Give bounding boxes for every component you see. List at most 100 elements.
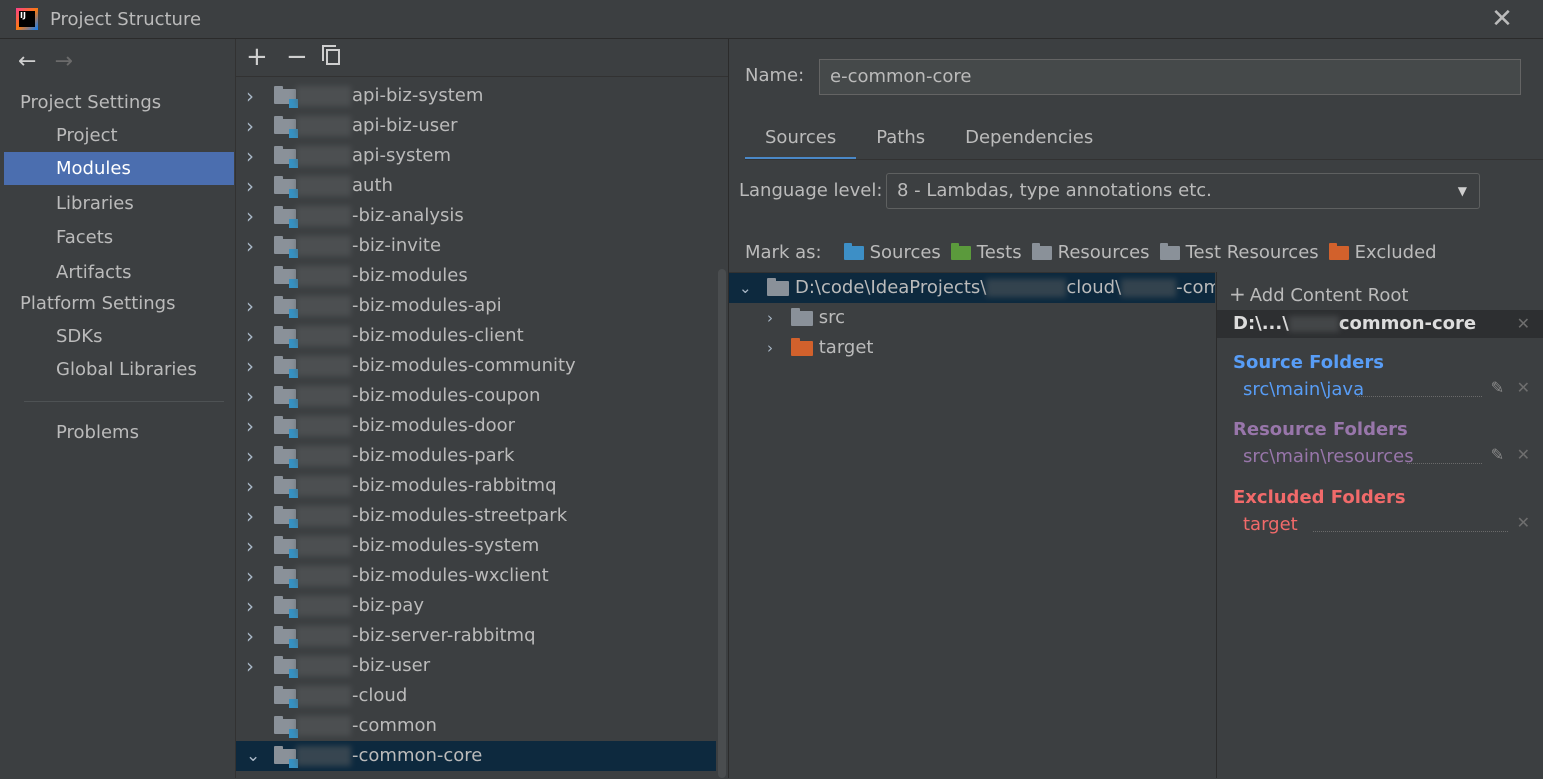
module-row[interactable]: › api-biz-user [236,111,716,141]
chevron-down-icon[interactable]: ⌄ [739,273,752,303]
module-name: -biz-modules-streetpark [352,505,568,526]
module-row[interactable]: › -biz-modules-rabbitmq [236,471,716,501]
remove-excluded-folder-icon[interactable]: ✕ [1517,513,1530,532]
module-row[interactable]: › auth [236,171,716,201]
remove-content-root-icon[interactable]: ✕ [1517,310,1530,338]
tree-node-src[interactable]: › src [767,303,845,333]
chevron-right-icon[interactable]: › [767,309,773,327]
mark-as-tests-label: Tests [976,242,1022,263]
module-row[interactable]: › -biz-modules-wxclient [236,561,716,591]
module-row[interactable]: › -biz-invite [236,231,716,261]
nav-item-libraries[interactable]: Libraries [4,187,234,220]
chevron-right-icon[interactable]: › [246,531,262,561]
remove-module-icon[interactable]: − [286,43,308,71]
module-row[interactable]: › -biz-user [236,651,716,681]
language-level-select[interactable]: 8 - Lambdas, type annotations etc. ▼ [886,173,1480,209]
module-row[interactable]: › api-system [236,141,716,171]
module-row[interactable]: ⌄ -common-core [236,741,716,771]
redacted-block [296,416,351,436]
module-tree-scrollbar[interactable] [718,269,726,778]
chevron-right-icon[interactable]: › [246,381,262,411]
module-row[interactable]: › -biz-modules-api [236,291,716,321]
module-folder-icon [274,656,298,678]
module-name-input[interactable]: e-common-core [819,59,1521,95]
tree-node-target[interactable]: › target [767,333,873,363]
chevron-right-icon[interactable]: › [246,111,262,141]
back-arrow-icon[interactable]: ← [18,49,36,74]
mark-as-resources-button[interactable]: Resources [1031,242,1150,263]
nav-section-project-settings: Project Settings [20,92,162,113]
module-row[interactable]: › -biz-pay [236,591,716,621]
module-row[interactable]: › -biz-modules-system [236,531,716,561]
module-folder-icon [274,146,298,168]
chevron-right-icon[interactable]: › [246,561,262,591]
module-row[interactable]: › -biz-analysis [236,201,716,231]
chevron-down-icon[interactable]: ⌄ [246,741,262,771]
chevron-right-icon[interactable]: › [246,81,262,111]
nav-item-facets[interactable]: Facets [4,221,234,254]
chevron-right-icon[interactable]: › [246,441,262,471]
module-row[interactable]: › -biz-server-rabbitmq [236,621,716,651]
chevron-right-icon[interactable]: › [246,411,262,441]
chevron-right-icon[interactable]: › [246,141,262,171]
content-root-node[interactable]: ⌄ D:\code\IdeaProjects\ cloud\ -commor [729,273,1215,303]
chevron-right-icon[interactable]: › [246,291,262,321]
nav-item-problems[interactable]: Problems [4,416,234,449]
remove-resource-folder-icon[interactable]: ✕ [1517,445,1530,464]
chevron-right-icon[interactable]: › [246,621,262,651]
chevron-right-icon[interactable]: › [246,351,262,381]
module-name: -biz-modules-door [352,415,516,436]
module-row[interactable]: -biz-modules [236,261,716,291]
redacted-block [296,566,351,586]
chevron-right-icon[interactable]: › [246,501,262,531]
module-row[interactable]: › -biz-modules-door [236,411,716,441]
mark-as-tests-button[interactable]: Tests [950,242,1022,263]
forward-arrow-icon[interactable]: → [54,49,72,74]
chevron-right-icon[interactable]: › [246,471,262,501]
nav-item-artifacts[interactable]: Artifacts [4,256,234,289]
module-row[interactable]: › -biz-modules-park [236,441,716,471]
module-row[interactable]: -cloud [236,681,716,711]
tab-sources[interactable]: Sources [745,124,857,160]
mark-as-excluded-button[interactable]: Excluded [1328,242,1437,263]
module-row[interactable]: › -biz-modules-coupon [236,381,716,411]
tab-dependencies[interactable]: Dependencies [945,124,1113,157]
module-row[interactable]: -common [236,711,716,741]
nav-item-modules[interactable]: Modules [4,152,234,185]
chevron-right-icon[interactable]: › [246,651,262,681]
module-row[interactable]: › -biz-modules-streetpark [236,501,716,531]
chevron-right-icon[interactable]: › [246,171,262,201]
module-name: -common-core [352,745,483,766]
redacted-block [296,326,351,346]
chevron-right-icon[interactable]: › [246,201,262,231]
module-name: -biz-modules-coupon [352,385,541,406]
edit-source-folder-icon[interactable]: ✎ [1491,378,1504,397]
module-folder-icon [274,536,298,558]
chevron-right-icon[interactable]: › [246,591,262,621]
add-content-root-button[interactable]: + Add Content Root [1229,282,1408,306]
chevron-right-icon[interactable]: › [246,231,262,261]
nav-item-sdks[interactable]: SDKs [4,320,234,353]
module-folder-icon [274,206,298,228]
mark-as-test-resources-button[interactable]: Test Resources [1159,242,1319,263]
tab-paths[interactable]: Paths [856,124,945,157]
add-module-icon[interactable]: + [246,43,268,71]
redacted-block [296,536,351,556]
test-resources-folder-icon [1159,242,1180,260]
content-root-short-suffix: common-core [1338,313,1477,334]
module-folder-icon [274,116,298,138]
nav-item-global-libraries[interactable]: Global Libraries [4,353,234,386]
module-row[interactable]: › api-biz-system [236,81,716,111]
chevron-right-icon[interactable]: › [246,321,262,351]
redacted-block [296,356,351,376]
module-row[interactable]: › -biz-modules-community [236,351,716,381]
copy-module-icon[interactable] [322,45,340,65]
remove-source-folder-icon[interactable]: ✕ [1517,378,1530,397]
mark-as-sources-button[interactable]: Sources [843,242,941,263]
add-content-root-label: Add Content Root [1249,285,1409,306]
close-icon[interactable]: ✕ [1489,6,1515,32]
module-row[interactable]: › -biz-modules-client [236,321,716,351]
chevron-right-icon[interactable]: › [767,339,773,357]
edit-resource-folder-icon[interactable]: ✎ [1491,445,1504,464]
nav-item-project[interactable]: Project [4,119,234,152]
